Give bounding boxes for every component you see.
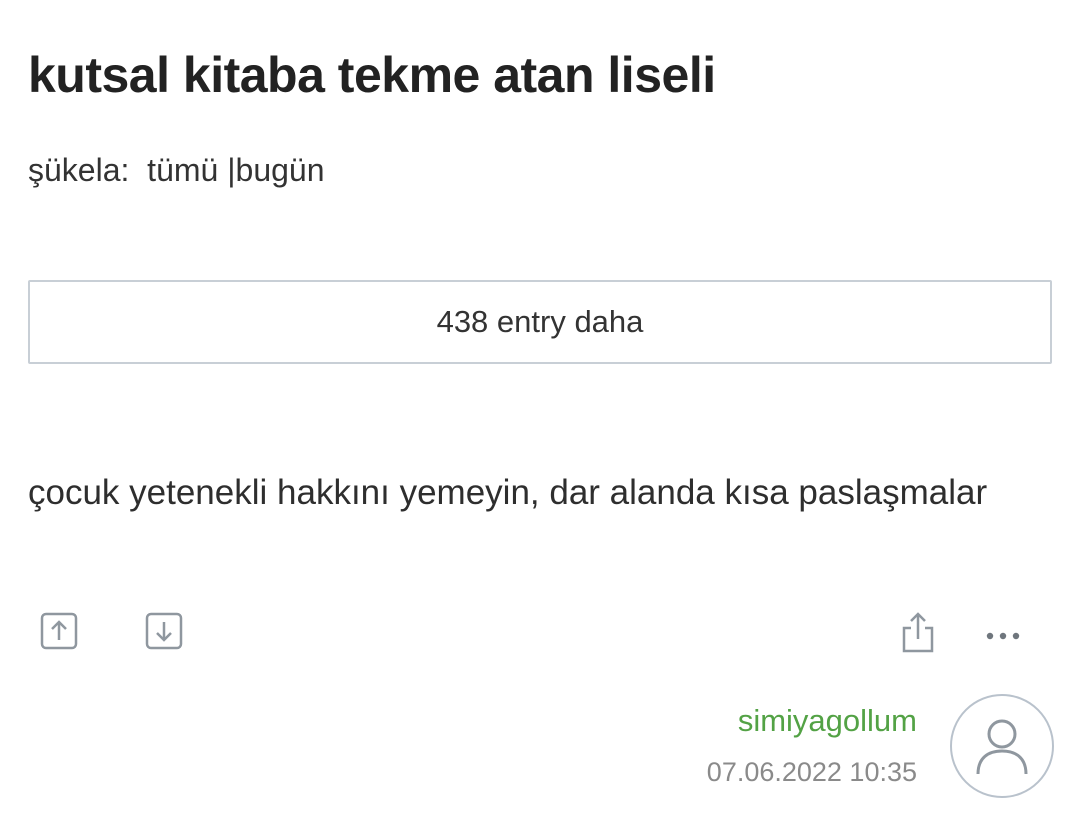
share-icon: [902, 612, 934, 653]
upvote-button[interactable]: [40, 612, 78, 650]
arrow-down-box-icon: [145, 612, 183, 650]
topic-title[interactable]: kutsal kitaba tekme atan liseli: [28, 40, 716, 110]
entry-author[interactable]: simiyagollum: [738, 703, 917, 739]
user-icon: [976, 719, 1028, 775]
filter-separator: |: [227, 152, 236, 188]
entry-content: çocuk yetenekli hakkını yemeyin, dar ala…: [28, 473, 988, 512]
filter-option-all[interactable]: tümü: [147, 152, 218, 188]
sort-filter-label: şükela:: [28, 152, 130, 188]
downvote-button[interactable]: [145, 612, 183, 650]
entry-datetime[interactable]: 07.06.2022 10:35: [707, 757, 917, 788]
share-button[interactable]: [898, 610, 938, 654]
ellipsis-icon: [986, 632, 1020, 640]
arrow-up-box-icon: [40, 612, 78, 650]
filter-option-today[interactable]: bugün: [236, 152, 325, 188]
more-entries-button[interactable]: 438 entry daha: [28, 280, 1052, 364]
sort-filter: şükela: tümü |bugün: [28, 150, 325, 190]
author-avatar[interactable]: [950, 694, 1054, 798]
more-entries-label: 438 entry daha: [436, 304, 644, 339]
more-options-button[interactable]: [984, 624, 1022, 644]
